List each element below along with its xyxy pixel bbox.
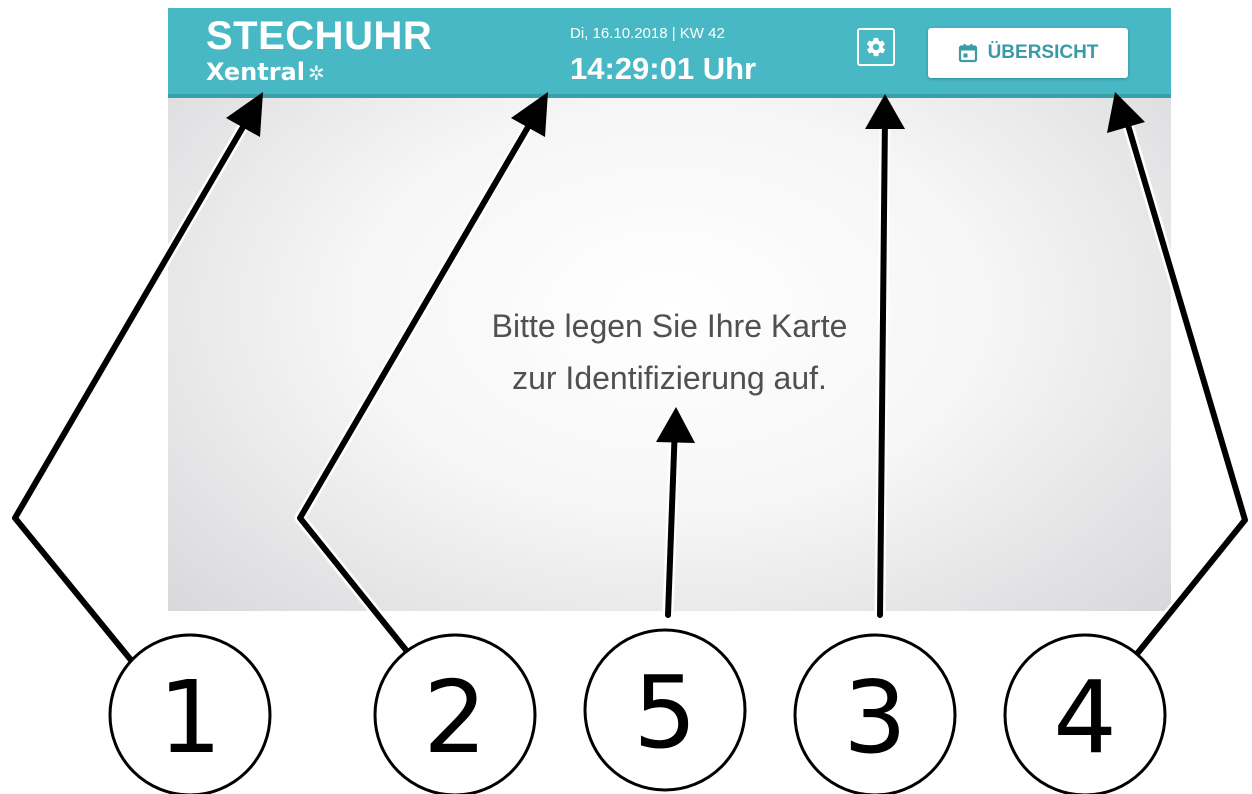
callout-circle-2 (373, 633, 537, 794)
logo-mark-icon: ✲ (307, 61, 325, 85)
top-bar: STECHUHR Xentral ✲ Di, 16.10.2018 | KW 42… (168, 8, 1171, 98)
callout-circle-4 (1003, 633, 1167, 794)
overview-button[interactable]: ÜBERSICHT (928, 28, 1128, 78)
callout-label-2: 2 (423, 659, 487, 776)
callout-label-1: 1 (158, 659, 222, 776)
current-date: Di, 16.10.2018 | KW 42 (570, 25, 725, 42)
logo-text: Xentral (206, 58, 305, 86)
app-title: STECHUHR (206, 14, 433, 58)
xentral-logo: Xentral ✲ (206, 58, 325, 87)
callout-label-3: 3 (843, 659, 907, 776)
callout-circle-3 (793, 633, 957, 794)
callout-circle-1 (108, 633, 272, 794)
callout-label-4: 4 (1053, 659, 1117, 776)
settings-button[interactable] (857, 28, 895, 66)
stechuhr-screen: STECHUHR Xentral ✲ Di, 16.10.2018 | KW 42… (168, 8, 1171, 611)
prompt-line-2: zur Identifizierung auf. (512, 360, 827, 396)
callout-circle-5 (583, 628, 747, 792)
current-time: 14:29:01 Uhr (570, 51, 757, 86)
gear-icon (866, 37, 886, 57)
prompt-line-1: Bitte legen Sie Ihre Karte (491, 308, 848, 344)
callout-label-5: 5 (633, 654, 697, 771)
calendar-icon (958, 44, 977, 63)
overview-button-label: ÜBERSICHT (987, 42, 1099, 63)
card-prompt: Bitte legen Sie Ihre Karte zur Identifiz… (168, 300, 1171, 404)
